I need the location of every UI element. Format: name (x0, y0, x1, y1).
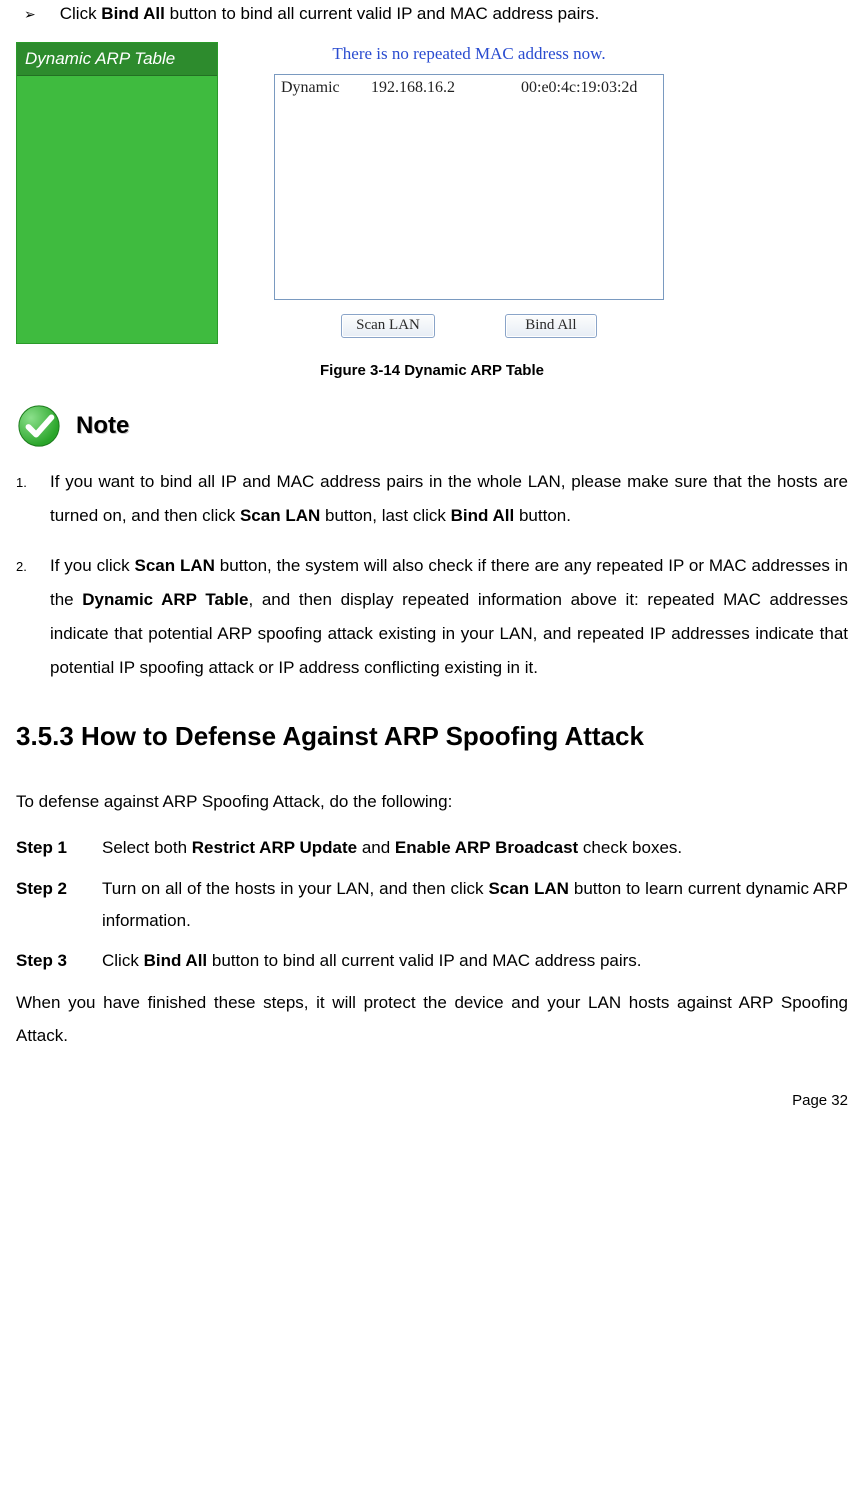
bullet-arrow-icon: ➢ (24, 6, 36, 23)
step-label: Step 1 (16, 832, 102, 864)
step-item: Step 1Select both Restrict ARP Update an… (16, 832, 848, 864)
figure-caption: Figure 3-14 Dynamic ARP Table (16, 362, 848, 379)
step-item: Step 2Turn on all of the hosts in your L… (16, 873, 848, 938)
text-bold: Scan LAN (488, 879, 569, 898)
cell-type: Dynamic (281, 79, 371, 97)
step-label: Step 2 (16, 873, 102, 938)
list-number: 2. (16, 549, 50, 685)
text: Turn on all of the hosts in your LAN, an… (102, 879, 488, 898)
text-bold: Bind All (144, 951, 208, 970)
arp-listbox[interactable]: Dynamic 192.168.16.2 00:e0:4c:19:03:2d (274, 74, 664, 300)
text: button. (514, 506, 571, 525)
text: If you click (50, 556, 135, 575)
text-bold: Bind All (101, 4, 165, 23)
note-list: 1.If you want to bind all IP and MAC add… (16, 465, 848, 685)
list-item[interactable]: Dynamic 192.168.16.2 00:e0:4c:19:03:2d (281, 79, 657, 97)
text-bold: Enable ARP Broadcast (395, 838, 578, 857)
text-bold: Bind All (451, 506, 515, 525)
page-number: Page 32 (16, 1092, 848, 1109)
text: button to bind all current valid IP and … (165, 4, 599, 23)
text: and (357, 838, 395, 857)
text-bold: Restrict ARP Update (192, 838, 357, 857)
status-message: There is no repeated MAC address now. (332, 44, 605, 64)
step-item: Step 3Click Bind All button to bind all … (16, 945, 848, 977)
note-item: 1.If you want to bind all IP and MAC add… (16, 465, 848, 533)
intro-paragraph: To defense against ARP Spoofing Attack, … (16, 786, 848, 818)
text: button to bind all current valid IP and … (207, 951, 641, 970)
note-body: If you click Scan LAN button, the system… (50, 549, 848, 685)
bullet-text: Click Bind All button to bind all curren… (60, 4, 600, 24)
steps-list: Step 1Select both Restrict ARP Update an… (16, 832, 848, 977)
cell-ip: 192.168.16.2 (371, 79, 521, 97)
note-label: Note (76, 412, 129, 440)
text-bold: Scan LAN (240, 506, 320, 525)
figure-dynamic-arp-table: Dynamic ARP Table There is no repeated M… (16, 42, 848, 344)
list-number: 1. (16, 465, 50, 533)
sidebar-title: Dynamic ARP Table (17, 43, 217, 76)
bullet-bind-all: ➢ Click Bind All button to bind all curr… (16, 4, 848, 24)
note-heading: Note (16, 403, 848, 449)
scan-lan-button[interactable]: Scan LAN (341, 314, 435, 338)
bind-all-button[interactable]: Bind All (505, 314, 597, 338)
note-item: 2.If you click Scan LAN button, the syst… (16, 549, 848, 685)
step-body: Turn on all of the hosts in your LAN, an… (102, 873, 848, 938)
checkmark-icon (16, 403, 62, 449)
text-bold: Dynamic ARP Table (82, 590, 248, 609)
text: Click (102, 951, 144, 970)
outro-paragraph: When you have finished these steps, it w… (16, 987, 848, 1052)
cell-mac: 00:e0:4c:19:03:2d (521, 79, 657, 97)
text: check boxes. (578, 838, 682, 857)
text: Select both (102, 838, 192, 857)
text-bold: Scan LAN (135, 556, 215, 575)
sidebar-panel: Dynamic ARP Table (16, 42, 218, 344)
text: button, last click (320, 506, 450, 525)
note-body: If you want to bind all IP and MAC addre… (50, 465, 848, 533)
section-heading: 3.5.3 How to Defense Against ARP Spoofin… (16, 721, 848, 752)
step-body: Click Bind All button to bind all curren… (102, 945, 848, 977)
step-body: Select both Restrict ARP Update and Enab… (102, 832, 848, 864)
text: Click (60, 4, 102, 23)
step-label: Step 3 (16, 945, 102, 977)
